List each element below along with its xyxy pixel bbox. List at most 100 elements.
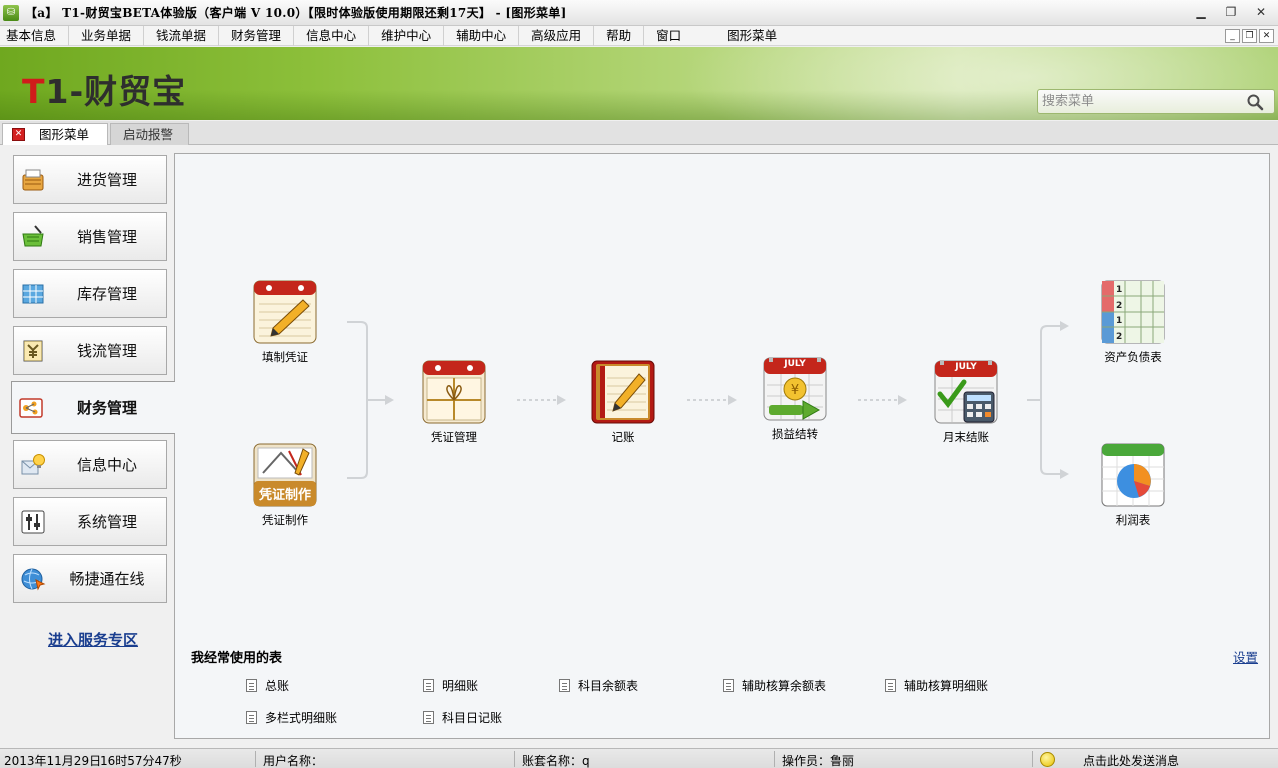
status-divider — [514, 751, 515, 767]
fav-account-journal-label: 科目日记账 — [442, 711, 503, 725]
sidebar-item-finance-label: 财务管理 — [76, 399, 137, 417]
document-icon — [246, 679, 257, 692]
spreadsheet-icon: 1 2 1 2 — [1101, 280, 1165, 344]
arrowhead-bookkeeping — [557, 395, 566, 405]
bracket-connector-left — [347, 321, 368, 479]
menu-advanced[interactable]: 高级应用 — [519, 25, 595, 46]
sidebar-item-info-center[interactable]: 信息中心 — [13, 440, 167, 489]
fav-account-balance-label: 科目余额表 — [578, 679, 639, 693]
menu-auxiliary[interactable]: 辅助中心 — [444, 25, 520, 46]
tab-graphic-menu-label: 图形菜单 — [39, 127, 90, 142]
menu-finance[interactable]: 财务管理 — [219, 25, 295, 46]
flow-node-balance-sheet[interactable]: 1 2 1 2 资产负债表 — [1083, 280, 1183, 365]
ledger-pencil-icon — [591, 360, 655, 424]
sidebar-item-finance[interactable]: 财务管理 — [11, 381, 175, 434]
document-icon — [559, 679, 570, 692]
svg-text:2: 2 — [1116, 301, 1122, 311]
close-button[interactable]: ✕ — [1250, 4, 1272, 21]
voucher-icon-caption: 凭证制作 — [258, 488, 311, 503]
mdi-minimize-button[interactable]: _ — [1225, 29, 1240, 43]
arrowhead-voucher-mgmt — [385, 395, 394, 405]
tab-graphic-menu[interactable]: ✕ 图形菜单 — [2, 123, 108, 145]
arrowhead-profit-transfer — [728, 395, 737, 405]
document-icon — [723, 679, 734, 692]
status-divider — [1032, 751, 1033, 767]
sidebar-item-sales-label: 销售管理 — [76, 228, 137, 246]
sidebar-item-cashflow-label: 钱流管理 — [76, 342, 137, 360]
fav-aux-balance[interactable]: 辅助核算余额表 — [723, 677, 826, 694]
sidebar-item-online[interactable]: 畅捷通在线 — [13, 554, 167, 603]
flow-node-profit-transfer-label: 损益结转 — [772, 427, 818, 441]
fav-detail-ledger-label: 明细账 — [442, 679, 479, 693]
menu-search-box — [1037, 89, 1275, 114]
mdi-close-button[interactable]: ✕ — [1259, 29, 1274, 43]
document-icon — [423, 679, 434, 692]
online-globe-icon — [21, 568, 46, 590]
restore-button[interactable]: ❐ — [1220, 4, 1242, 21]
calendar-month-label: JULY — [784, 359, 806, 369]
status-account: 账套名称：q — [522, 754, 590, 768]
status-divider — [774, 751, 775, 767]
sidebar-item-online-label: 畅捷通在线 — [69, 570, 145, 588]
document-icon — [423, 711, 434, 724]
menu-maintenance[interactable]: 维护中心 — [369, 25, 445, 46]
tab-strip: ✕ 图形菜单 启动报警 — [0, 121, 1278, 145]
sidebar-item-cashflow[interactable]: 钱流管理 — [13, 326, 167, 375]
flow-node-balance-sheet-label: 资产负债表 — [1104, 350, 1162, 364]
brand-banner: T1-财贸宝 — [0, 47, 1278, 120]
svg-text:2: 2 — [1116, 332, 1122, 342]
flow-node-fill-voucher-label: 填制凭证 — [262, 350, 308, 364]
pie-chart-icon — [1101, 443, 1165, 507]
sidebar-item-sales[interactable]: 销售管理 — [13, 212, 167, 261]
mdi-controls: _ ❐ ✕ — [1225, 29, 1274, 43]
mdi-restore-button[interactable]: ❐ — [1242, 29, 1257, 43]
sidebar-item-inventory[interactable]: 库存管理 — [13, 269, 167, 318]
service-zone-link[interactable]: 进入服务专区 — [48, 629, 138, 650]
fav-aux-detail[interactable]: 辅助核算明细账 — [885, 677, 988, 694]
flow-node-fill-voucher[interactable]: 填制凭证 — [235, 280, 335, 365]
flow-node-bookkeeping[interactable]: 记账 — [573, 360, 673, 445]
favorites-title: 我经常使用的表 — [191, 651, 283, 666]
flow-node-voucher-mgmt[interactable]: 凭证管理 — [404, 360, 504, 445]
title-bar: ⛁ 【a】 T1-财贸宝BETA体验版（客户端 V 10.0）【限时体验版使用期… — [0, 0, 1278, 26]
status-date: 2013年11月29日 — [4, 754, 102, 768]
flow-node-month-close[interactable]: JULY 月末结账 — [916, 360, 1016, 445]
logo-t: T — [22, 72, 46, 111]
app-icon[interactable]: ⛁ — [3, 4, 19, 21]
fav-detail-ledger[interactable]: 明细账 — [423, 677, 478, 694]
fav-general-ledger-label: 总账 — [265, 679, 290, 693]
menu-window[interactable]: 窗口 — [644, 26, 693, 46]
flow-node-income-statement[interactable]: 利润表 — [1083, 443, 1183, 528]
graphic-menu-panel: 填制凭证 凭证制作 凭证制作 凭证管理 记账 ¥ JULY 损益结转 JULY … — [174, 153, 1270, 739]
document-icon — [246, 711, 257, 724]
sidebar-item-inventory-label: 库存管理 — [76, 285, 137, 303]
tab-startup-alarm[interactable]: 启动报警 — [110, 123, 189, 145]
menu-search-input[interactable] — [1042, 92, 1242, 111]
flow-node-profit-transfer[interactable]: ¥ JULY 损益结转 — [745, 357, 845, 442]
tab-close-icon[interactable]: ✕ — [12, 128, 25, 141]
fav-account-journal[interactable]: 科目日记账 — [423, 709, 502, 726]
send-message-link[interactable]: 点击此处发送消息 — [1083, 752, 1179, 768]
module-sidebar: 进货管理 销售管理 库存管理 钱流管理 财务管理 信息中心 系统管理 畅捷通在线… — [0, 146, 175, 746]
minimize-button[interactable]: ▁ — [1190, 4, 1212, 21]
inventory-grid-icon — [22, 284, 44, 303]
flow-node-make-voucher[interactable]: 凭证制作 凭证制作 — [235, 443, 335, 528]
fav-general-ledger[interactable]: 总账 — [246, 677, 289, 694]
menu-cashflow-docs[interactable]: 钱流单据 — [144, 25, 220, 46]
menu-business-docs[interactable]: 业务单据 — [69, 25, 145, 46]
fav-multi-column-ledger[interactable]: 多栏式明细账 — [246, 709, 337, 726]
favorites-settings-link[interactable]: 设置 — [1233, 647, 1258, 666]
search-icon[interactable] — [1246, 93, 1264, 111]
fav-account-balance[interactable]: 科目余额表 — [559, 677, 638, 694]
arrowhead-month-close — [898, 395, 907, 405]
flow-node-income-statement-label: 利润表 — [1115, 513, 1151, 527]
settings-sliders-icon — [21, 510, 45, 533]
menu-basic-info[interactable]: 基本信息 — [0, 25, 70, 46]
menu-help[interactable]: 帮助 — [594, 25, 645, 46]
menu-info-center[interactable]: 信息中心 — [294, 25, 370, 46]
sidebar-item-purchase[interactable]: 进货管理 — [13, 155, 167, 204]
logo-text: 1-财贸宝 — [45, 72, 187, 111]
sidebar-item-system[interactable]: 系统管理 — [13, 497, 167, 546]
flow-node-month-close-label: 月末结账 — [943, 430, 989, 444]
smiley-icon[interactable] — [1040, 752, 1055, 767]
